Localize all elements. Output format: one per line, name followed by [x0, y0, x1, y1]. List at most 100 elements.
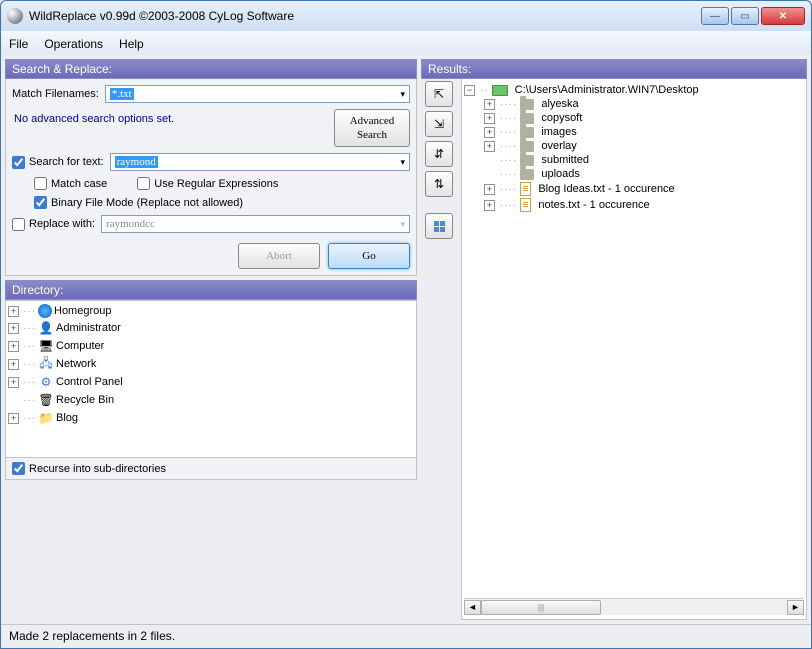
collapse-icon[interactable]: − [464, 85, 475, 96]
tree-dots: ··· [23, 306, 36, 317]
expand-icon[interactable]: + [8, 377, 19, 388]
minimize-button[interactable]: — [701, 7, 729, 25]
folder-icon-y [38, 410, 54, 426]
results-item-label: copysoft [541, 112, 582, 124]
tree-item[interactable]: +···Blog [8, 409, 414, 427]
match-case-checkbox[interactable]: Match case [34, 177, 107, 190]
replace-combo[interactable]: raymondcc ▾ [101, 215, 410, 233]
results-item[interactable]: +····notes.txt - 1 occurence [464, 197, 804, 213]
left-column: Search & Replace: Match Filenames: *.txt… [5, 59, 417, 620]
results-item[interactable]: +····submitted [464, 153, 804, 167]
binary-checkbox[interactable]: Binary File Mode (Replace not allowed) [34, 196, 243, 209]
tree-dots: ··· [23, 341, 36, 352]
replace-checkbox[interactable]: Replace with: [12, 218, 95, 231]
net-icon [38, 356, 54, 372]
match-filenames-combo[interactable]: *.txt ▾ [105, 85, 410, 103]
tree-dots: ···· [500, 127, 517, 138]
tree-item-label: Administrator [56, 322, 121, 334]
tree-dots: ··· [23, 377, 36, 388]
tree-item-label: Network [56, 358, 96, 370]
search-text-label: Search for text: [29, 156, 104, 168]
scroll-left-button[interactable]: ◄ [464, 600, 481, 615]
expand-icon[interactable]: + [8, 359, 19, 370]
tree-item[interactable]: +···Computer [8, 337, 414, 355]
recurse-row: Recurse into sub-directories [5, 458, 417, 480]
tree-dots: ··· [23, 395, 36, 406]
expand-icon[interactable]: + [484, 99, 495, 110]
tree-dots: ··· [23, 359, 36, 370]
results-root[interactable]: −··C:\Users\Administrator.WIN7\Desktop [464, 83, 804, 97]
document-icon [520, 198, 531, 212]
folder-icon [520, 141, 534, 152]
search-replace-body: Match Filenames: *.txt ▾ No advanced sea… [5, 79, 417, 276]
expand-icon[interactable]: + [484, 200, 495, 211]
document-icon [520, 182, 531, 196]
client-area: Search & Replace: Match Filenames: *.txt… [1, 55, 811, 624]
expand-icon[interactable]: + [484, 184, 495, 195]
maximize-button[interactable]: ▭ [731, 7, 759, 25]
go-button[interactable]: Go [328, 243, 410, 269]
match-case-check[interactable] [34, 177, 47, 190]
search-text-value: raymond [115, 156, 158, 168]
tree-item[interactable]: +···Administrator [8, 319, 414, 337]
search-text-checkbox[interactable]: Search for text: [12, 156, 104, 169]
regex-checkbox[interactable]: Use Regular Expressions [137, 177, 278, 190]
expand-icon[interactable]: + [8, 323, 19, 334]
close-button[interactable]: ✕ [761, 7, 805, 25]
results-item[interactable]: +····Blog Ideas.txt - 1 occurence [464, 181, 804, 197]
results-item[interactable]: +····uploads [464, 167, 804, 181]
horizontal-scrollbar[interactable]: ◄ ||| ► [464, 598, 804, 615]
folder-icon [520, 169, 534, 180]
expand-icon[interactable]: + [484, 127, 495, 138]
results-container: ⇱ ⇲ ⇵ ⇅ −··C:\Users\Administrator.WIN7\D… [421, 79, 807, 620]
binary-check[interactable] [34, 196, 47, 209]
tree-view-4-button[interactable]: ⇅ [425, 171, 453, 197]
binary-label: Binary File Mode (Replace not allowed) [51, 197, 243, 209]
advanced-status: No advanced search options set. [12, 109, 326, 129]
results-tree[interactable]: −··C:\Users\Administrator.WIN7\Desktop+·… [464, 83, 804, 598]
search-text-check[interactable] [12, 156, 25, 169]
folder-icon [520, 127, 534, 138]
tree-view-1-button[interactable]: ⇱ [425, 81, 453, 107]
match-filenames-label: Match Filenames: [12, 88, 99, 100]
abort-button[interactable]: Abort [238, 243, 320, 269]
options-row-2: Binary File Mode (Replace not allowed) [12, 196, 410, 209]
menu-operations[interactable]: Operations [44, 37, 103, 51]
expand-icon[interactable]: + [8, 413, 19, 424]
advanced-search-button[interactable]: Advanced Search [334, 109, 410, 147]
results-item[interactable]: +····alyeska [464, 97, 804, 111]
menubar: File Operations Help [1, 31, 811, 55]
scroll-thumb[interactable]: ||| [481, 600, 601, 615]
grid-view-button[interactable] [425, 213, 453, 239]
tree-view-2-button[interactable]: ⇲ [425, 111, 453, 137]
tree-item-label: Blog [56, 412, 78, 424]
recurse-checkbox[interactable]: Recurse into sub-directories [12, 462, 410, 475]
recurse-check[interactable] [12, 462, 25, 475]
menu-file[interactable]: File [9, 37, 28, 51]
tree-view-3-button[interactable]: ⇵ [425, 141, 453, 167]
expand-icon[interactable]: + [8, 341, 19, 352]
tree-item[interactable]: + ··· Network [8, 355, 414, 373]
menu-help[interactable]: Help [119, 37, 144, 51]
tree-item-label: Control Panel [56, 376, 123, 388]
tree-item[interactable]: +···Homegroup [8, 303, 414, 319]
scroll-track[interactable]: ||| [481, 600, 787, 615]
replace-check[interactable] [12, 218, 25, 231]
expand-icon[interactable]: + [8, 306, 19, 317]
results-item[interactable]: +····copysoft [464, 111, 804, 125]
tree-item[interactable]: +···Recycle Bin [8, 391, 414, 409]
expand-icon[interactable]: + [484, 141, 495, 152]
search-text-combo[interactable]: raymond ▾ [110, 153, 410, 171]
directory-tree[interactable]: +···Homegroup+···Administrator+···Comput… [5, 300, 417, 458]
search-replace-header: Search & Replace: [5, 59, 417, 79]
rec-icon [38, 392, 54, 408]
regex-check[interactable] [137, 177, 150, 190]
results-item[interactable]: +····overlay [464, 139, 804, 153]
scroll-right-button[interactable]: ► [787, 600, 804, 615]
match-filenames-row: Match Filenames: *.txt ▾ [12, 85, 410, 103]
expand-icon[interactable]: + [484, 113, 495, 124]
tree-icon: ⇅ [434, 177, 444, 191]
results-item[interactable]: +····images [464, 125, 804, 139]
tree-dots: ···· [500, 141, 517, 152]
tree-item[interactable]: + ··· Control Panel [8, 373, 414, 391]
